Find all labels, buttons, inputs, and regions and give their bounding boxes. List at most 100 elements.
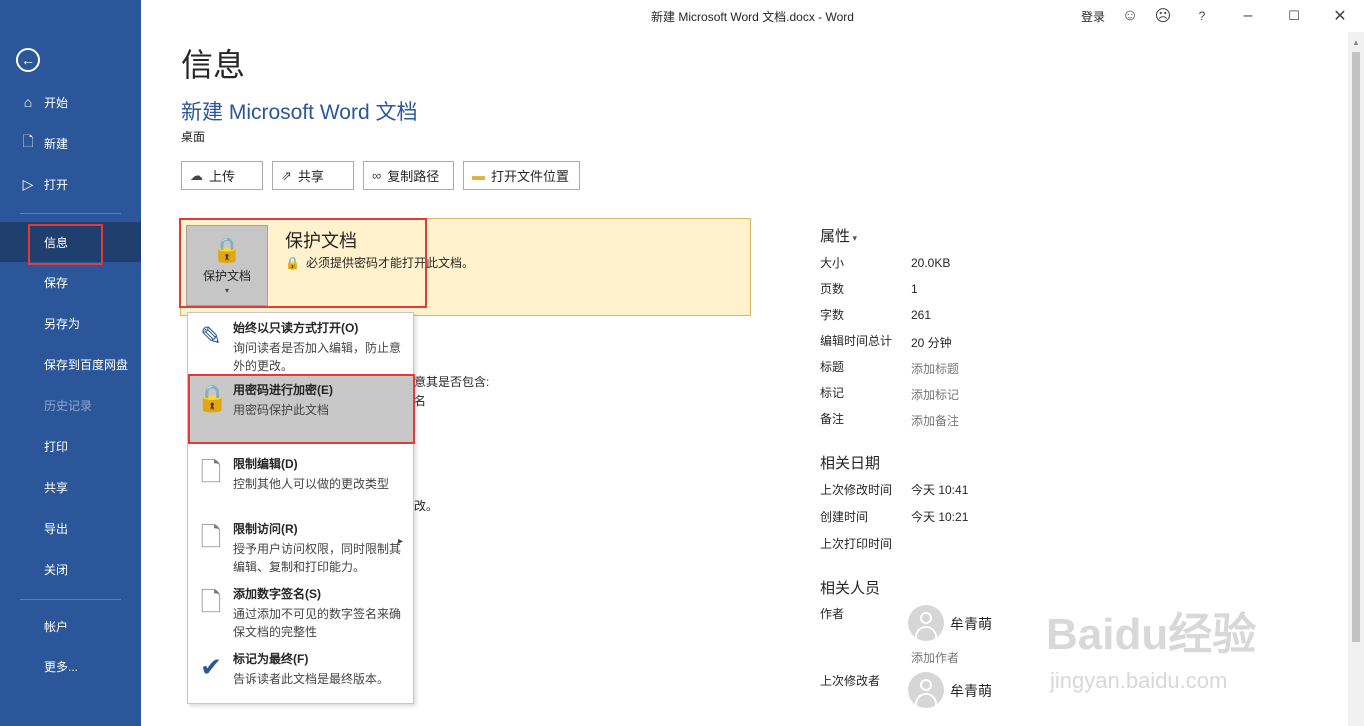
share-button[interactable]: ⇗ 共享 — [272, 161, 354, 190]
sidebar-item-label: 另存为 — [44, 316, 81, 331]
property-value: 20.0KB — [911, 256, 951, 270]
sidebar-item-label: 保存 — [44, 275, 69, 290]
date-value: 今天 10:21 — [911, 510, 969, 524]
property-label: 标记 — [820, 386, 845, 400]
read-only-icon: ✎ — [200, 321, 222, 351]
add-tags-field[interactable]: 添加标记 — [911, 386, 959, 403]
property-value: 1 — [911, 282, 918, 296]
copy-path-button[interactable]: ∞ 复制路径 — [363, 161, 454, 190]
vertical-scrollbar[interactable]: ▲ — [1348, 32, 1364, 726]
sidebar-item-label: 开始 — [44, 95, 69, 110]
avatar — [908, 672, 944, 708]
highlight-box-protect — [179, 218, 427, 308]
home-icon: ⌂ — [23, 94, 33, 110]
menu-item-title: 限制编辑(D) — [233, 457, 298, 471]
property-label: 页数 — [820, 282, 845, 296]
menu-item-restrict-editing[interactable]: 🗋 限制编辑(D) 控制其他人可以做的更改类型 — [188, 449, 413, 511]
menu-item-restrict-access[interactable]: 🗋 限制访问(R) 授予用户访问权限，同时限制其编辑、复制和打印能力。 ▸ — [188, 514, 413, 576]
sidebar-item-label: 打印 — [44, 439, 69, 454]
menu-item-desc: 询问读者是否加入编辑，防止意外的更改。 — [233, 341, 402, 373]
property-label: 备注 — [820, 412, 845, 426]
page-title: 信息 — [181, 47, 246, 83]
restrict-editing-icon: 🗋 — [200, 457, 222, 487]
menu-item-mark-as-final[interactable]: ✔ 标记为最终(F) 告诉读者此文档是最终版本。 — [188, 644, 413, 700]
highlight-box-encrypt — [188, 374, 415, 444]
maximize-icon[interactable]: ☐ — [1284, 6, 1304, 26]
open-file-location-button[interactable]: ▬ 打开文件位置 — [463, 161, 580, 190]
date-label: 上次修改时间 — [820, 483, 893, 497]
sidebar-item-account[interactable]: 帐户 — [0, 606, 141, 646]
sidebar-item-save[interactable]: 保存 — [0, 262, 141, 302]
sidebar-divider — [20, 213, 121, 214]
sidebar-item-label: 更多... — [44, 659, 79, 674]
close-icon[interactable]: ✕ — [1330, 6, 1350, 26]
new-document-icon: 🗋 — [22, 133, 34, 149]
sidebar-item-label: 历史记录 — [44, 398, 93, 413]
property-label: 标题 — [820, 360, 845, 374]
sidebar-item-label: 打开 — [44, 177, 69, 192]
inspect-text-fragment: 名 — [414, 394, 427, 408]
date-label: 上次打印时间 — [820, 537, 893, 551]
chevron-down-icon: ▾ — [850, 233, 858, 243]
back-arrow-icon[interactable]: ← — [16, 48, 40, 72]
last-modified-by-label: 上次修改者 — [820, 674, 881, 688]
sidebar-item-share[interactable]: 共享 — [0, 467, 141, 507]
open-file-location-label: 打开文件位置 — [491, 169, 570, 184]
frown-icon[interactable]: ☹ — [1153, 6, 1173, 26]
sidebar-item-save-baidu[interactable]: 保存到百度网盘 — [0, 344, 141, 384]
menu-item-add-digital-signature[interactable]: 🗋 添加数字签名(S) 通过添加不可见的数字签名来确保文档的完整性 — [188, 579, 413, 641]
menu-item-always-read-only[interactable]: ✎ 始终以只读方式打开(O) 询问读者是否加入编辑，防止意外的更改。 — [188, 313, 413, 375]
sidebar-item-label: 关闭 — [44, 562, 69, 577]
digital-signature-icon: 🗋 — [200, 587, 222, 617]
property-value: 261 — [911, 308, 932, 322]
related-people-title: 相关人员 — [820, 580, 881, 597]
mark-final-icon: ✔ — [200, 652, 222, 682]
property-label: 字数 — [820, 308, 845, 322]
scroll-up-arrow-icon[interactable]: ▲ — [1352, 38, 1360, 47]
add-author-link[interactable]: 添加作者 — [911, 649, 959, 666]
sidebar-item-label: 新建 — [44, 136, 69, 151]
author-name[interactable]: 牟青萌 — [950, 614, 992, 634]
cloud-upload-icon: ☁ — [190, 167, 203, 183]
last-modified-name[interactable]: 牟青萌 — [950, 681, 992, 701]
title-bar: 新建 Microsoft Word 文档.docx - Word — [141, 0, 1364, 32]
date-value: 今天 10:41 — [911, 483, 969, 497]
scroll-thumb[interactable] — [1352, 52, 1360, 642]
related-dates-title: 相关日期 — [820, 455, 881, 472]
menu-item-title: 始终以只读方式打开(O) — [233, 321, 359, 335]
sidebar-item-history: 历史记录 — [0, 385, 141, 425]
avatar — [908, 605, 944, 641]
upload-button[interactable]: ☁ 上传 — [181, 161, 263, 190]
add-comments-field[interactable]: 添加备注 — [911, 412, 959, 429]
sidebar-item-new[interactable]: 🗋 新建 — [0, 123, 141, 163]
property-label: 大小 — [820, 256, 845, 270]
menu-item-title: 标记为最终(F) — [233, 652, 309, 666]
menu-item-desc: 控制其他人可以做的更改类型 — [233, 477, 390, 491]
share-icon: ⇗ — [281, 167, 292, 183]
help-icon[interactable]: ? — [1192, 6, 1212, 26]
chevron-right-icon: ▸ — [398, 536, 404, 547]
properties-title[interactable]: 属性 ▾ — [820, 225, 857, 246]
inspect-text-fragment: 意其是否包含: — [414, 375, 490, 389]
versions-text-fragment: 改。 — [414, 499, 439, 513]
sidebar-item-close[interactable]: 关闭 — [0, 549, 141, 589]
folder-icon: ▬ — [472, 168, 485, 183]
open-folder-icon: ▷ — [22, 175, 34, 192]
add-title-field[interactable]: 添加标题 — [911, 360, 959, 377]
minimize-icon[interactable]: – — [1238, 6, 1258, 26]
sidebar-item-export[interactable]: 导出 — [0, 508, 141, 548]
sidebar-item-save-as[interactable]: 另存为 — [0, 303, 141, 343]
backstage-sidebar: ← ⌂ 开始 🗋 新建 ▷ 打开 信息 保存 另存为 保存到百度网盘 历史记录 … — [0, 0, 141, 726]
link-icon: ∞ — [372, 168, 382, 183]
signin-link[interactable]: 登录 — [1081, 8, 1105, 25]
sidebar-item-print[interactable]: 打印 — [0, 426, 141, 466]
sidebar-item-more[interactable]: 更多... — [0, 646, 141, 686]
smiley-icon[interactable]: ☺ — [1120, 6, 1140, 26]
protect-document-menu: ✎ 始终以只读方式打开(O) 询问读者是否加入编辑，防止意外的更改。 🔒 用密码… — [187, 312, 414, 704]
sidebar-item-home[interactable]: ⌂ 开始 — [0, 82, 141, 122]
highlight-box-info — [28, 224, 103, 265]
restrict-access-icon: 🗋 — [200, 522, 222, 552]
sidebar-item-label: 导出 — [44, 521, 69, 536]
sidebar-item-open[interactable]: ▷ 打开 — [0, 164, 141, 204]
document-location[interactable]: 桌面 — [181, 128, 205, 145]
